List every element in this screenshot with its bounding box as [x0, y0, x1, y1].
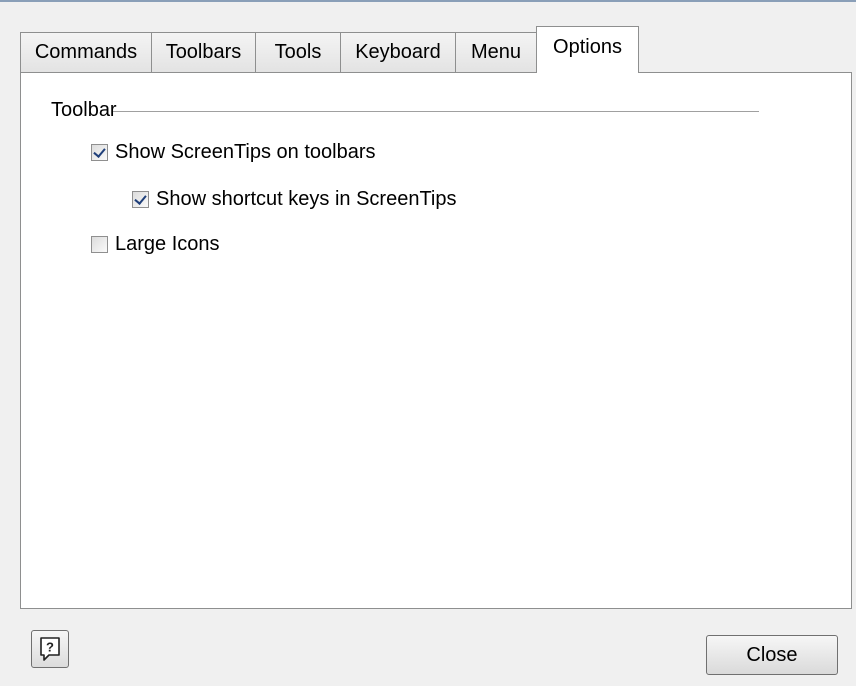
- show-screentips-option[interactable]: Show ScreenTips on toolbars: [91, 141, 376, 164]
- show-shortcut-keys-checkbox[interactable]: [132, 191, 149, 208]
- show-shortcut-keys-label: Show shortcut keys in ScreenTips: [156, 188, 457, 210]
- tab-toolbars[interactable]: Toolbars: [151, 32, 256, 72]
- customize-dialog: Commands Toolbars Tools Keyboard Menu Op…: [0, 0, 856, 686]
- large-icons-label: Large Icons: [115, 233, 220, 255]
- options-panel: Toolbar Show ScreenTips on toolbars Show…: [20, 72, 852, 609]
- tab-tools[interactable]: Tools: [255, 32, 341, 72]
- toolbar-group-title: Toolbar: [51, 99, 123, 122]
- close-button[interactable]: Close: [706, 635, 838, 675]
- large-icons-option[interactable]: Large Icons: [91, 233, 220, 256]
- tab-commands[interactable]: Commands: [20, 32, 152, 72]
- help-icon: ?: [40, 637, 60, 661]
- help-button[interactable]: ?: [31, 630, 69, 668]
- show-screentips-label: Show ScreenTips on toolbars: [115, 141, 376, 163]
- tab-options[interactable]: Options: [536, 26, 639, 73]
- tab-keyboard[interactable]: Keyboard: [340, 32, 456, 72]
- svg-text:?: ?: [46, 640, 54, 655]
- tab-menu[interactable]: Menu: [455, 32, 537, 72]
- show-screentips-checkbox[interactable]: [91, 144, 108, 161]
- group-divider: [113, 111, 759, 112]
- show-shortcut-keys-option[interactable]: Show shortcut keys in ScreenTips: [132, 188, 457, 211]
- large-icons-checkbox[interactable]: [91, 236, 108, 253]
